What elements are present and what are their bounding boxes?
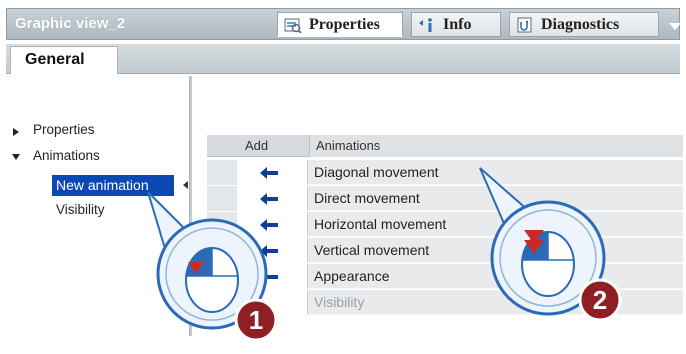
tab-info[interactable]: Info [411,12,501,37]
expand-arrow-icon[interactable] [13,128,19,136]
column-header-add: Add [245,138,269,153]
tab-diagnostics-label: Diagnostics [541,15,620,33]
callout-number: 1 [249,305,263,335]
diagnostics-icon [516,17,534,33]
column-header-animations: Animations [309,135,683,157]
tab-info-label: Info [443,15,472,33]
callout-step-1: 1 [147,191,278,342]
properties-icon [284,17,302,33]
tree-item-properties[interactable]: Properties [33,122,95,137]
window-title-bar: Graphic view_2 Properties Info Diagnosti… [6,8,681,40]
callout-step-2: 2 [479,167,622,322]
tab-properties[interactable]: Properties [277,12,403,37]
mouse-click-icon [521,230,575,297]
tab-properties-label: Properties [309,15,380,33]
mouse-click-icon [185,247,239,313]
tree-item-animations[interactable]: Animations [33,148,100,163]
chevron-down-icon[interactable] [669,23,681,30]
sub-tab-bar: General [6,44,680,74]
window-title: Graphic view_2 [15,15,126,32]
table-header: Add Animations [207,135,683,157]
tab-general[interactable]: General [10,46,118,74]
tab-diagnostics[interactable]: Diagnostics [509,12,659,37]
callout-number: 2 [593,285,607,315]
tree-item-visibility[interactable]: Visibility [56,202,105,217]
collapse-arrow-icon[interactable] [12,154,20,160]
info-icon [418,17,436,33]
